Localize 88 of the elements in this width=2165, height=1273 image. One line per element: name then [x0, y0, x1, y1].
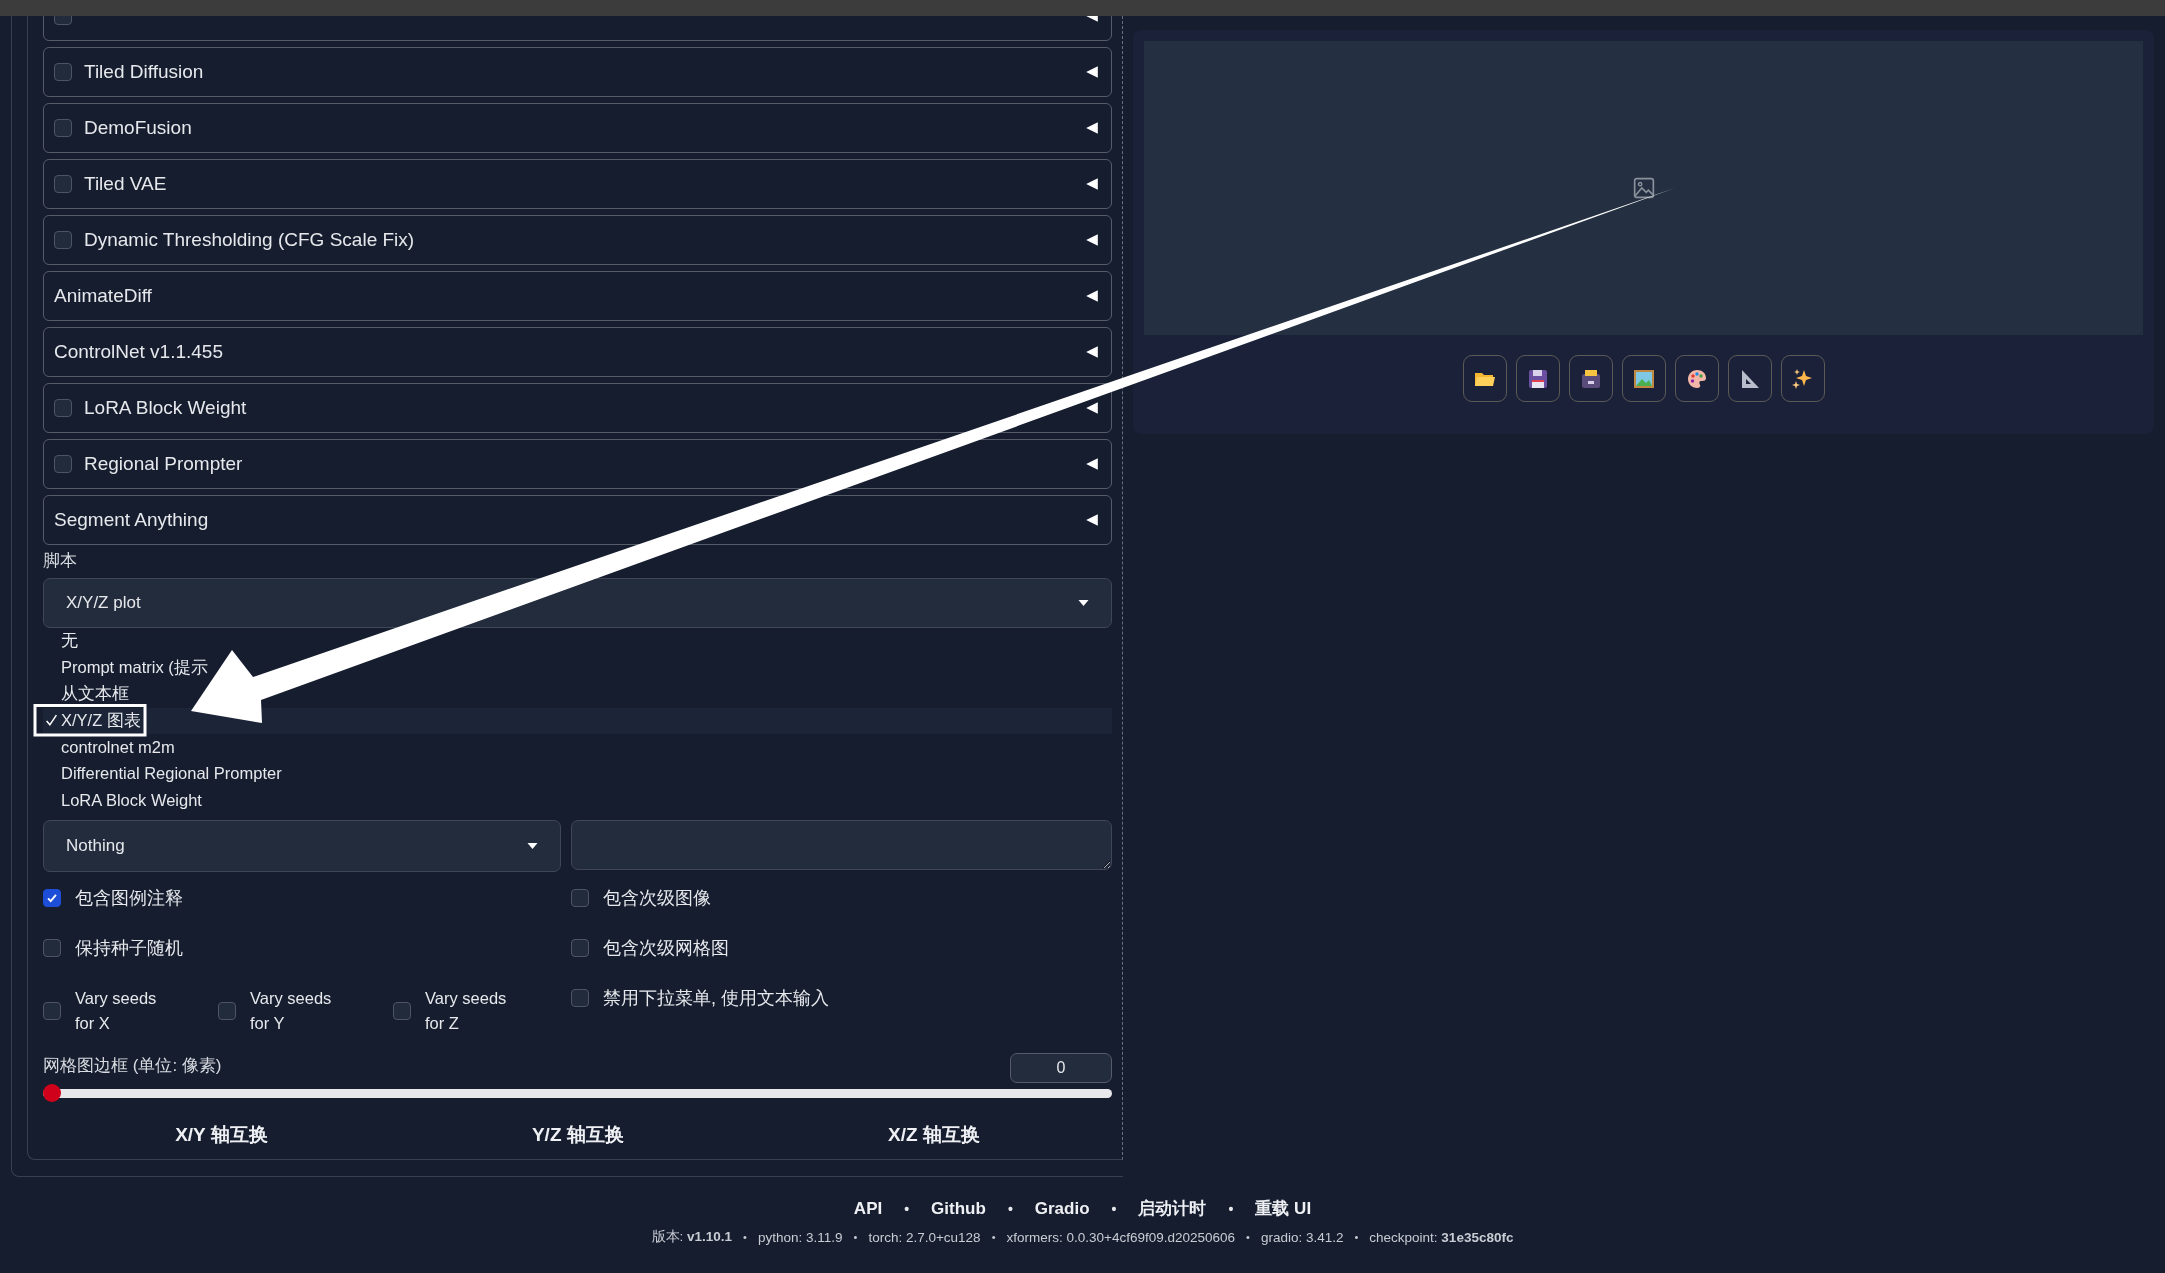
footer-link[interactable]: Gradio	[1034, 1198, 1090, 1219]
checkbox-label: 禁用下拉菜单, 使用文本输入	[603, 986, 829, 1010]
script-dropdown[interactable]: X/Y/Z plot	[43, 578, 1112, 628]
tool-button[interactable]	[1674, 355, 1719, 402]
accordion-header[interactable]: Segment Anything	[43, 495, 1112, 545]
checkbox[interactable]	[54, 175, 72, 193]
checkbox-label: 保持种子随机	[75, 936, 183, 960]
tool-button[interactable]	[1621, 355, 1666, 402]
slider-thumb[interactable]	[43, 1083, 61, 1102]
checkbox-label: 包含次级网格图	[603, 936, 729, 960]
collapse-arrow-icon[interactable]	[1085, 65, 1099, 79]
dropdown-option[interactable]: X/Y/Z 图表	[43, 707, 1112, 734]
checkbox[interactable]	[43, 1001, 61, 1020]
accordion-header[interactable]: DemoFusion	[43, 103, 1112, 153]
version-info: python: 3.11.9	[757, 1229, 843, 1245]
version-info: xformers: 0.0.30+4cf69f09.d20250606	[1006, 1229, 1236, 1245]
checkbox[interactable]	[43, 888, 61, 907]
checkbox-label: Vary seeds for X	[75, 987, 158, 1034]
accordion-header[interactable]: ControlNet v1.1.455	[43, 327, 1112, 377]
script-label: 脚本	[43, 550, 78, 572]
separator-dot: •	[991, 1231, 996, 1243]
checkbox[interactable]	[571, 988, 589, 1007]
tool-button[interactable]	[1780, 355, 1825, 402]
checkbox[interactable]	[54, 455, 72, 473]
dropdown-option[interactable]: Differential Regional Prompter	[43, 760, 1112, 787]
axis-values-field[interactable]	[571, 819, 1112, 870]
collapse-arrow-icon[interactable]	[1085, 121, 1099, 135]
checkbox-label: Vary seeds for Z	[425, 987, 508, 1034]
separator-dot: •	[904, 1200, 910, 1217]
image-icon	[1632, 177, 1655, 199]
dropdown-option[interactable]: 无	[43, 628, 1112, 655]
checkbox-label: 包含次级图像	[603, 886, 711, 910]
checkbox[interactable]	[54, 119, 72, 137]
tool-button[interactable]	[1515, 355, 1560, 402]
collapse-arrow-icon[interactable]	[1085, 177, 1099, 191]
version-info: torch: 2.7.0+cu128	[868, 1229, 981, 1245]
footer-link[interactable]: Github	[931, 1198, 986, 1219]
swap-axes-button[interactable]: X/Y 轴互换	[165, 1115, 278, 1154]
checkbox[interactable]	[218, 1001, 236, 1020]
accordion-header[interactable]: Tiled Diffusion	[43, 47, 1112, 97]
accordion-header[interactable]: LoRA Block Weight	[43, 383, 1112, 433]
collapse-arrow-icon[interactable]	[1085, 513, 1099, 527]
footer-link[interactable]: API	[853, 1198, 883, 1219]
checkbox[interactable]	[571, 888, 589, 907]
axis-type-dropdown[interactable]: Nothing	[43, 819, 561, 872]
accordion-header[interactable]: Regional Prompter	[43, 439, 1112, 489]
dropdown-option[interactable]: controlnet m2m	[43, 734, 1112, 761]
separator-dot: •	[1007, 1200, 1013, 1217]
collapse-arrow-icon[interactable]	[1085, 345, 1099, 359]
footer-link[interactable]: 重载 UI	[1255, 1197, 1312, 1220]
collapse-arrow-icon[interactable]	[1085, 233, 1099, 247]
checkbox[interactable]	[571, 938, 589, 957]
number-field[interactable]: 0	[1010, 1052, 1112, 1083]
separator-dot: •	[1246, 1231, 1250, 1243]
accordion-header[interactable]: Tiled VAE	[43, 159, 1112, 209]
tool-button[interactable]	[1568, 355, 1613, 402]
checkbox[interactable]	[393, 1001, 411, 1020]
version-info: 版本: v1.10.1	[651, 1228, 733, 1246]
dropdown-option[interactable]: LoRA Block Weight	[43, 787, 1112, 814]
collapse-arrow-icon[interactable]	[1085, 401, 1099, 415]
version-info: checkpoint: 31e35c80fc	[1369, 1229, 1514, 1245]
checkbox[interactable]	[43, 938, 61, 957]
checkbox-label: Vary seeds for Y	[250, 987, 333, 1034]
caret-icon	[1078, 600, 1089, 606]
separator-dot: •	[853, 1231, 858, 1243]
collapse-arrow-icon[interactable]	[1085, 457, 1099, 471]
tool-button[interactable]	[1727, 355, 1772, 402]
slider-label: 网格图边框 (单位: 像素)	[43, 1054, 222, 1077]
checkbox-label: 包含图例注释	[75, 886, 183, 910]
separator-dot: •	[743, 1231, 747, 1243]
footer-link[interactable]: 启动计时	[1138, 1197, 1207, 1220]
dropdown-option[interactable]: 从文本框	[43, 681, 1112, 708]
separator-dot: •	[1228, 1200, 1234, 1217]
caret-icon	[527, 842, 538, 849]
check-icon	[45, 714, 58, 728]
checkbox[interactable]	[54, 399, 72, 417]
checkbox[interactable]	[54, 63, 72, 81]
tool-button[interactable]	[1462, 355, 1507, 402]
checkbox[interactable]	[54, 231, 72, 249]
swap-axes-button[interactable]: X/Z 轴互换	[878, 1115, 990, 1154]
accordion-header[interactable]: AnimateDiff	[43, 271, 1112, 321]
swap-axes-button[interactable]: Y/Z 轴互换	[521, 1115, 634, 1154]
dropdown-option[interactable]: Prompt matrix (提示	[43, 654, 1112, 681]
separator-dot: •	[1354, 1231, 1359, 1243]
version-info: gradio: 3.41.2	[1260, 1229, 1344, 1245]
separator-dot: •	[1111, 1200, 1117, 1217]
collapse-arrow-icon[interactable]	[1085, 289, 1099, 303]
accordion-header[interactable]: Dynamic Thresholding (CFG Scale Fix)	[43, 215, 1112, 265]
